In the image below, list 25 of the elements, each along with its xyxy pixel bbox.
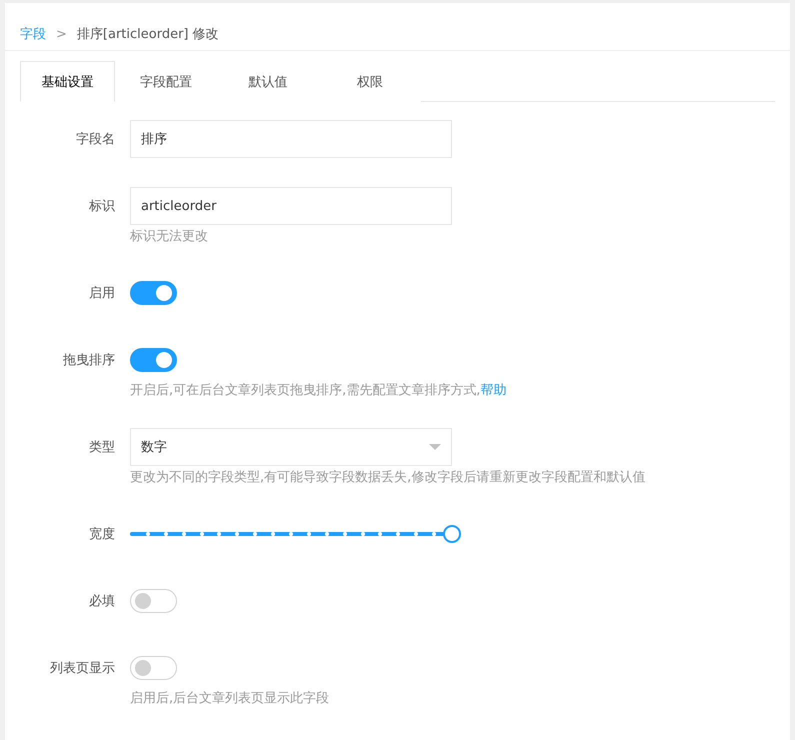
field-label: 宽度 [88, 526, 116, 543]
slider[interactable] [130, 525, 461, 543]
type-select[interactable]: 数字 [130, 428, 452, 466]
breadcrumb-current: 排序[articleorder] 修改 [76, 26, 219, 43]
field-label: 字段名 [75, 131, 116, 148]
caret-icon [429, 444, 441, 450]
tab[interactable]: 基础设置 [20, 61, 115, 102]
field-label: 启用 [88, 285, 116, 302]
toggle-switch[interactable] [130, 656, 177, 680]
field-hint: 更改为不同的字段类型,有可能导致字段数据丢失,修改字段后请重新更改字段配置和默认值 [130, 470, 646, 486]
field-hint: 标识无法更改 [130, 229, 209, 245]
toggle-switch[interactable] [130, 281, 177, 305]
field-label: 类型 [88, 439, 116, 456]
text-field[interactable]: articleorder [130, 187, 452, 225]
field-label: 列表页显示 [49, 660, 116, 677]
field-label: 必填 [88, 593, 116, 610]
toggle-switch[interactable] [130, 589, 177, 613]
breadcrumb-separator: > [56, 26, 67, 42]
toggle-switch[interactable] [130, 348, 177, 372]
slider-handle[interactable] [443, 525, 461, 543]
field-label: 拖曳排序 [62, 352, 116, 369]
field-hint: 启用后,后台文章列表页显示此字段 [130, 691, 330, 707]
field-hint: 开启后,可在后台文章列表页拖曳排序,需先配置文章排序方式,帮助 [130, 383, 508, 399]
text-field[interactable]: 排序 [130, 120, 452, 158]
field-label: 标识 [88, 198, 116, 215]
